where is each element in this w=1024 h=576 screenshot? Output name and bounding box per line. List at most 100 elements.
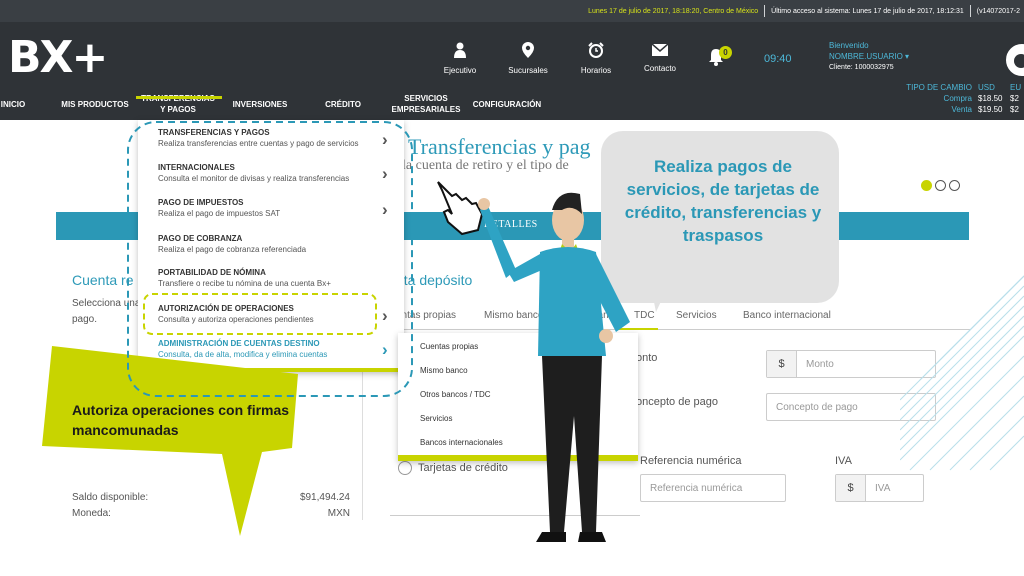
menu-item-administracion-de-cuentas[interactable]: ADMINISTRACIÓN DE CUENTAS DESTINO Consul… <box>158 339 398 359</box>
submenu-item-servicios[interactable]: Servicios <box>420 414 452 423</box>
chevron-right-icon[interactable]: › <box>382 130 388 150</box>
menu-item-title: PORTABILIDAD DE NÓMINA <box>158 268 266 277</box>
main-nav: INICIO MIS PRODUCTOS TRANSFERENCIAS Y PA… <box>0 88 900 120</box>
decorative-hatch <box>900 275 1024 471</box>
currency-label: Moneda: <box>72 508 111 519</box>
menu-item-description: Realiza el pago de cobranza referenciada <box>158 245 307 254</box>
iva-placeholder: IVA <box>875 482 891 494</box>
active-nav-indicator <box>136 96 222 99</box>
username-dropdown[interactable]: NOMBRE.USUARIO ▾ <box>829 51 909 62</box>
carousel-dot[interactable] <box>935 180 946 191</box>
welcome-block: Bienvenido NOMBRE.USUARIO ▾ Cliente: 100… <box>829 40 909 73</box>
ejecutivo-link[interactable]: Ejecutivo <box>430 42 490 75</box>
menu-item-internacionales[interactable]: INTERNACIONALES Consulta el monitor de d… <box>158 163 398 183</box>
menu-item-title: AUTORIZACIÓN DE OPERACIONES <box>158 304 294 313</box>
concepto-label: oncepto de pago <box>636 396 718 408</box>
fx-sell-usd: $19.50 <box>978 105 1003 114</box>
main-header: BX+ Ejecutivo Sucursales Horarios Contac… <box>0 22 1024 120</box>
presenter-illustration <box>478 192 630 542</box>
exchange-rate-panel: TIPO DE CAMBIO USD EU Compra $18.50 $2 V… <box>894 82 1024 115</box>
fx-eur-header: EU <box>1010 83 1022 92</box>
menu-item-portabilidad-de-nomina[interactable]: PORTABILIDAD DE NÓMINA Transfiere o reci… <box>158 268 398 288</box>
nav-configuracion[interactable]: CONFIGURACIÓN <box>470 88 544 120</box>
menu-item-autorizacion-de-operaciones[interactable]: AUTORIZACIÓN DE OPERACIONES Consulta y a… <box>158 304 398 324</box>
radio-button[interactable] <box>398 461 412 475</box>
fx-buy-eur: $2 <box>1010 94 1019 103</box>
iva-label: IVA <box>835 455 852 467</box>
menu-item-title: ADMINISTRACIÓN DE CUENTAS DESTINO <box>158 339 320 348</box>
user-icon <box>430 42 490 64</box>
avatar[interactable] <box>1004 42 1024 78</box>
menu-item-title: PAGO DE COBRANZA <box>158 234 243 243</box>
tab-servicios[interactable]: Servicios <box>676 310 717 321</box>
menu-item-description: Transfiere o recibe tu nómina de una cue… <box>158 279 331 288</box>
pointing-hand-icon <box>437 181 484 236</box>
menu-item-transferencias-y-pagos[interactable]: TRANSFERENCIAS Y PAGOS Realiza transfere… <box>158 128 398 148</box>
tab-cuentas-propias[interactable]: entas propias <box>396 310 456 321</box>
speech-bubble-text: Realiza pagos de servicios, de tarjetas … <box>624 157 822 245</box>
menu-item-title: INTERNACIONALES <box>158 163 235 172</box>
menu-item-description: Realiza el pago de impuestos SAT <box>158 209 281 218</box>
version-label: (v14072017-2 <box>976 7 1020 15</box>
last-access: Último acceso al sistema: Lunes 17 de ju… <box>771 7 964 15</box>
currency-value: MXN <box>327 508 350 519</box>
horarios-link[interactable]: Horarios <box>566 42 626 75</box>
alarm-clock-icon <box>566 42 626 64</box>
sucursales-label: Sucursales <box>508 66 548 75</box>
chevron-right-icon[interactable]: › <box>382 200 388 220</box>
current-date: Lunes 17 de julio de 2017, 18:18:20, Cen… <box>588 7 759 15</box>
bx-logo[interactable]: BX+ <box>8 34 108 82</box>
submenu-item-mismo-banco[interactable]: Mismo banco <box>420 366 468 375</box>
referencia-input[interactable]: Referencia numérica <box>640 474 786 502</box>
currency-prefix: $ <box>836 475 866 501</box>
carousel-dots <box>921 180 960 191</box>
referencia-label: Referencia numérica <box>640 455 742 467</box>
withdrawal-account-help: Selecciona una pago. <box>72 298 141 325</box>
chevron-right-icon[interactable]: › <box>382 340 388 360</box>
horarios-label: Horarios <box>580 66 612 75</box>
nav-inicio[interactable]: INICIO <box>0 88 26 120</box>
ejecutivo-label: Ejecutivo <box>443 66 477 75</box>
fx-sell-label: Venta <box>951 105 972 114</box>
authorize-callout-text: Autoriza operaciones con firmas mancomun… <box>72 402 290 438</box>
contacto-link[interactable]: Contacto <box>630 42 690 73</box>
fx-usd-header: USD <box>978 83 995 92</box>
client-number: Cliente: 1000032975 <box>829 64 894 71</box>
balance-value: $91,494.24 <box>299 492 350 503</box>
fx-buy-label: Compra <box>943 94 972 103</box>
session-clock: 09:40 <box>764 53 792 65</box>
transferencias-dropdown-menu: TRANSFERENCIAS Y PAGOS Realiza transfere… <box>138 120 404 372</box>
nav-servicios-empresariales[interactable]: SERVICIOS EMPRESARIALES <box>388 88 464 120</box>
fx-buy-usd: $18.50 <box>978 94 1003 103</box>
location-pin-icon <box>498 42 558 64</box>
contacto-label: Contacto <box>643 64 677 73</box>
nav-credito[interactable]: CRÉDITO <box>318 88 368 120</box>
carousel-dot[interactable] <box>949 180 960 191</box>
carousel-dot-active[interactable] <box>921 180 932 191</box>
tab-banco-internacional[interactable]: Banco internacional <box>743 310 831 321</box>
deposit-account-heading: nta depósito <box>396 272 473 288</box>
balance-summary: Saldo disponible: $91,494.24 Moneda: MXN <box>72 490 350 522</box>
referencia-placeholder: Referencia numérica <box>650 482 743 494</box>
menu-item-pago-de-impuestos[interactable]: PAGO DE IMPUESTOS Realiza el pago de imp… <box>158 198 398 218</box>
sucursales-link[interactable]: Sucursales <box>498 42 558 75</box>
divider <box>764 5 766 17</box>
chevron-right-icon[interactable]: › <box>382 164 388 184</box>
menu-item-pago-de-cobranza[interactable]: PAGO DE COBRANZA Realiza el pago de cobr… <box>158 234 398 254</box>
divider <box>969 5 971 17</box>
fx-sell-eur: $2 <box>1010 105 1019 114</box>
concepto-placeholder: Concepto de pago <box>776 401 858 413</box>
monto-placeholder: Monto <box>806 358 834 370</box>
fx-title: TIPO DE CAMBIO <box>906 83 972 92</box>
balance-label: Saldo disponible: <box>72 492 149 503</box>
nav-inversiones[interactable]: INVERSIONES <box>228 88 292 120</box>
page-subtitle: la cuenta de retiro y el tipo de <box>402 158 569 173</box>
menu-item-description: Realiza transferencias entre cuentas y p… <box>158 139 359 148</box>
notification-badge: 0 <box>719 46 732 59</box>
nav-mis-productos[interactable]: MIS PRODUCTOS <box>58 88 132 120</box>
top-info-bar: Lunes 17 de julio de 2017, 18:18:20, Cen… <box>0 0 1024 22</box>
chevron-right-icon[interactable]: › <box>382 306 388 326</box>
submenu-item-cuentas-propias[interactable]: Cuentas propias <box>420 342 478 351</box>
welcome-label: Bienvenido <box>829 41 869 50</box>
nav-transferencias-y-pagos[interactable]: TRANSFERENCIAS Y PAGOS <box>138 88 218 120</box>
